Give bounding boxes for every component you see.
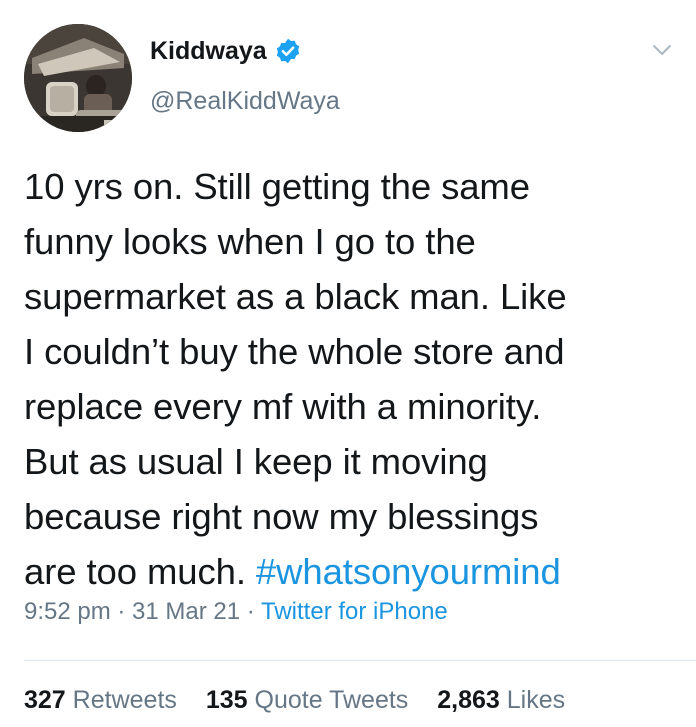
display-name[interactable]: Kiddwaya [150,36,267,66]
tweet-line: funny looks when I go to the [24,221,476,262]
likes-label: Likes [506,686,566,714]
tweet-time[interactable]: 9:52 pm [24,598,111,625]
tweet-text: 10 yrs on. Still getting the same funny … [24,159,684,599]
verified-badge-icon [276,38,299,64]
tweet-text-tail: are too much. [24,551,256,592]
engagement-stats: 327 Retweets 135 Quote Tweets 2,863 Like… [24,684,587,716]
tweet-meta: 9:52 pm · 31 Mar 21 · Twitter for iPhone [24,596,448,628]
tweet-line: supermarket as a black man. Like [24,276,567,317]
tweet-line: replace every mf with a minority. [24,386,542,427]
likes-stat[interactable]: 2,863 Likes [437,686,565,714]
chevron-down-icon[interactable] [650,38,674,62]
quote-tweets-label: Quote Tweets [254,686,409,714]
retweets-label: Retweets [72,686,177,714]
avatar-photo [24,24,132,132]
tweet-date[interactable]: 31 Mar 21 [132,598,240,625]
tweet-line: I couldn’t buy the whole store and [24,331,565,372]
likes-count: 2,863 [437,686,500,714]
tweet-source-link[interactable]: Twitter for iPhone [261,598,448,625]
hashtag-link[interactable]: #whatsonyourmind [256,551,561,592]
meta-separator: · [240,598,262,625]
divider [24,660,696,661]
meta-separator: · [110,598,133,625]
tweet-line-last: are too much. #whatsonyourmind [24,544,684,599]
tweet-line: But as usual I keep it moving [24,441,488,482]
avatar[interactable] [24,24,132,132]
name-row: Kiddwaya [150,36,302,66]
retweets-stat[interactable]: 327 Retweets [24,686,177,714]
tweet-line: 10 yrs on. Still getting the same [24,166,530,207]
tweet-line: because right now my blessings [24,496,539,537]
user-handle[interactable]: @RealKiddWaya [150,86,340,116]
quote-tweets-stat[interactable]: 135 Quote Tweets [206,686,408,714]
retweets-count: 327 [24,686,66,714]
quote-tweets-count: 135 [205,686,248,714]
